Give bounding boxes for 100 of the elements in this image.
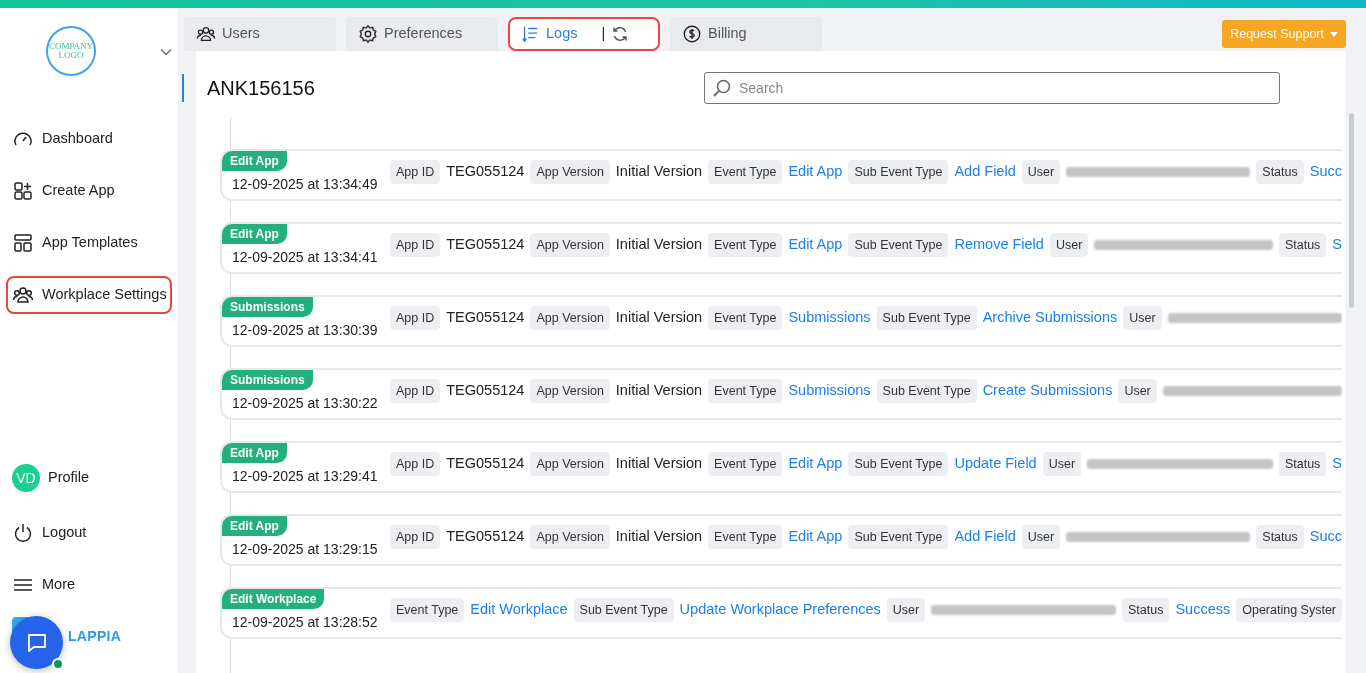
field-label: User: [1021, 159, 1061, 185]
field-label: User: [886, 597, 926, 623]
field-label: User: [1118, 378, 1157, 404]
field-label: App Version: [530, 159, 610, 185]
field-label: App ID: [390, 305, 441, 331]
event-tag: Edit App: [222, 151, 287, 171]
field-label: App ID: [390, 232, 441, 258]
page-title: ANK156156: [207, 76, 315, 101]
field-value: Initial Version: [615, 235, 703, 255]
field-link[interactable]: S: [1332, 453, 1342, 475]
field-link[interactable]: Add Field: [954, 161, 1016, 183]
search-icon: [712, 78, 732, 98]
field-label: Operating Syster: [1236, 597, 1342, 623]
field-link[interactable]: Update Workplace Preferences: [679, 599, 881, 621]
field-label: Event Type: [708, 524, 783, 550]
sidebar-item[interactable]: App Templates: [6, 224, 172, 262]
tab[interactable]: Preferences: [346, 17, 498, 51]
field-link[interactable]: S: [1332, 234, 1342, 256]
field-link[interactable]: Create Submissions: [982, 380, 1113, 402]
field-label: Event Type: [390, 597, 465, 623]
field-value: Initial Version: [615, 527, 703, 547]
field-value: Initial Version: [615, 454, 703, 474]
field-label: App ID: [390, 378, 441, 404]
field-label: Status: [1278, 451, 1327, 477]
chat-button[interactable]: [10, 616, 63, 669]
field-link[interactable]: Add Field: [954, 526, 1016, 548]
field-label: Sub Event Type: [876, 305, 977, 331]
company-logo[interactable]: COMPANY LOGO: [46, 26, 96, 76]
field-value: TEG055124: [446, 454, 525, 474]
sidebar-item[interactable]: More: [6, 566, 172, 604]
field-label: Sub Event Type: [876, 378, 977, 404]
field-label: Status: [1256, 524, 1304, 550]
list-icon: [520, 24, 540, 44]
log-date: 12-09-2025 at 13:30:39: [232, 320, 379, 340]
event-tag: Edit App: [222, 516, 287, 536]
field-value: TEG055124: [446, 381, 525, 401]
event-tag: Edit App: [222, 224, 287, 244]
sidebar-item[interactable]: Dashboard: [6, 120, 172, 158]
field-label: Sub Event Type: [848, 159, 949, 185]
field-value: Initial Version: [615, 162, 703, 182]
field-link[interactable]: Edit App: [788, 234, 843, 256]
log-date: 12-09-2025 at 13:34:41: [232, 247, 379, 267]
field-link[interactable]: Edit Workplace: [470, 599, 568, 621]
tab[interactable]: Billing: [670, 17, 822, 51]
field-label: App Version: [530, 378, 610, 404]
field-link[interactable]: Submissions: [788, 380, 871, 402]
field-label: Status: [1256, 159, 1304, 185]
field-link[interactable]: Update Field: [954, 453, 1037, 475]
field-label: User: [1123, 305, 1162, 331]
field-link[interactable]: Edit App: [788, 453, 843, 475]
chevron-down-icon[interactable]: [160, 48, 172, 56]
field-label: App ID: [390, 524, 441, 550]
field-label: Sub Event Type: [848, 451, 949, 477]
field-label: Status: [1121, 597, 1170, 623]
scrollbar[interactable]: [1349, 113, 1354, 308]
field-value: Initial Version: [615, 381, 703, 401]
power-icon: [12, 522, 34, 544]
field-label: App ID: [390, 159, 441, 185]
field-value: TEG055124: [446, 162, 525, 182]
brand-name: LAPPIA: [68, 627, 122, 646]
tab[interactable]: Logs |: [508, 17, 660, 51]
field-label: App Version: [530, 232, 610, 258]
field-link[interactable]: Remove Field: [954, 234, 1044, 256]
log-date: 12-09-2025 at 13:28:52: [232, 612, 379, 632]
field-label: Sub Event Type: [573, 597, 674, 623]
field-label: Status: [1278, 232, 1327, 258]
field-label: App Version: [530, 451, 610, 477]
dollar-icon: [682, 24, 702, 44]
field-label: Event Type: [708, 159, 783, 185]
profile-item[interactable]: VD Profile: [6, 456, 172, 500]
log-date: 12-09-2025 at 13:34:49: [232, 174, 379, 194]
sidebar-item[interactable]: Logout: [6, 514, 172, 552]
event-tag: Submissions: [222, 370, 313, 390]
log-date: 12-09-2025 at 13:30:22: [232, 393, 379, 413]
field-value: TEG055124: [446, 527, 525, 547]
field-link[interactable]: Success: [1175, 599, 1231, 621]
field-link[interactable]: Edit App: [788, 526, 843, 548]
field-label: Sub Event Type: [848, 232, 949, 258]
field-label: Event Type: [708, 305, 783, 331]
online-dot: [52, 658, 64, 670]
field-value: TEG055124: [446, 308, 525, 328]
refresh-icon[interactable]: [611, 25, 630, 43]
tab[interactable]: Users: [184, 17, 336, 51]
sidebar-item[interactable]: Workplace Settings: [6, 276, 172, 314]
log-date: 12-09-2025 at 13:29:15: [232, 539, 379, 559]
field-link[interactable]: Edit App: [788, 161, 843, 183]
field-label: Event Type: [708, 378, 783, 404]
template-icon: [12, 232, 34, 254]
grid-icon: [12, 180, 34, 202]
field-label: Event Type: [708, 451, 783, 477]
field-link[interactable]: Succ: [1309, 161, 1342, 183]
field-value: TEG055124: [446, 235, 525, 255]
field-label: User: [1042, 451, 1082, 477]
field-link[interactable]: Archive Submissions: [982, 307, 1118, 329]
event-tag: Submissions: [222, 297, 313, 317]
sidebar-item[interactable]: Create App: [6, 172, 172, 210]
search-field[interactable]: Search: [704, 72, 1280, 104]
field-link[interactable]: Succ: [1309, 526, 1342, 548]
field-link[interactable]: Submissions: [788, 307, 871, 329]
caret-icon: [1330, 31, 1338, 37]
